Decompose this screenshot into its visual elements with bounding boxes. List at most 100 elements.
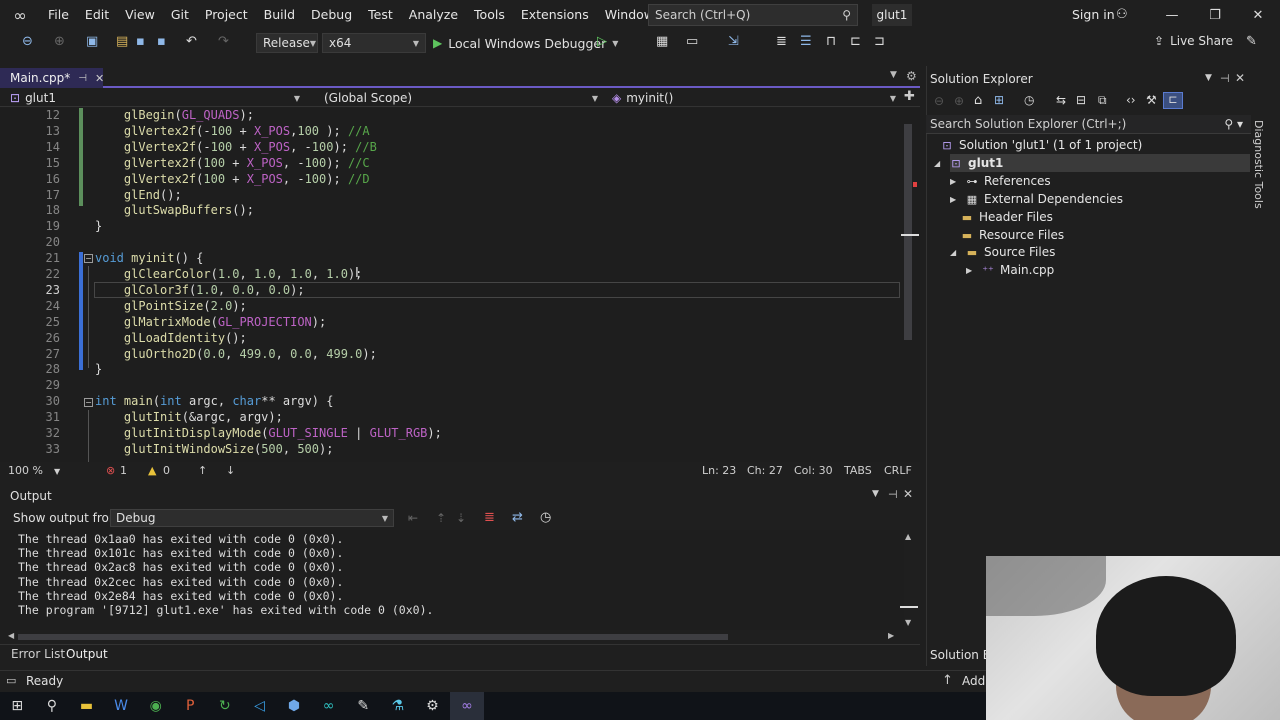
search-box[interactable]: Search (Ctrl+Q) ⚲ [648,4,858,26]
pin-icon[interactable]: ⊣ [78,73,87,84]
error-icon[interactable]: ⊗ [106,464,115,477]
switch-views-icon[interactable]: ⊞ [994,93,1004,107]
chevron-down-icon[interactable]: ▼ [54,467,60,476]
menu-file[interactable]: File [40,0,77,30]
vscode-icon[interactable]: ◁ [242,692,277,720]
chrome-icon[interactable]: ◉ [138,692,173,720]
scroll-right-icon[interactable]: ▶ [888,631,894,640]
notes-app-icon[interactable]: ✎ [346,692,381,720]
back-icon[interactable]: ⊖ [934,94,944,108]
scroll-left-icon[interactable]: ◀ [8,631,14,640]
configuration-select[interactable]: Release ▼ [256,33,318,53]
code-line[interactable]: glMatrixMode(GL_PROJECTION); [95,315,326,329]
solution-name-badge[interactable]: glut1 [872,4,912,26]
code-line[interactable]: glutInitWindowSize(500, 500); [95,442,334,456]
view-code-icon[interactable]: ‹› [1126,93,1136,107]
account-icon[interactable]: ⚇ [1116,7,1128,22]
gear-icon[interactable]: ⚙ [906,69,917,83]
code-line[interactable]: glVertex2f(-100 + X_POS, -100); //B [95,140,377,154]
word-wrap-icon[interactable]: ⇄ [512,510,523,525]
line-ending[interactable]: CRLF [884,464,912,477]
solution-node[interactable]: ⊡ Solution 'glut1' (1 of 1 project) [940,136,1142,154]
menu-build[interactable]: Build [256,0,303,30]
warning-count[interactable]: 0 [163,464,170,477]
tab-main-cpp[interactable]: Main.cpp* ⊣ ✕ [0,68,104,88]
platform-select[interactable]: x64 ▼ [322,33,426,53]
code-line[interactable]: glVertex2f(100 + X_POS, -100); //D [95,172,370,186]
powerpoint-icon[interactable]: P [173,692,208,720]
open-folder-icon[interactable]: ▤ [116,34,128,49]
error-count[interactable]: 1 [120,464,127,477]
clock-icon[interactable]: ◷ [540,510,551,525]
home-icon[interactable]: ⌂ [974,93,982,108]
link-app-icon[interactable]: ∞ [311,692,346,720]
menu-git[interactable]: Git [163,0,197,30]
search-icon[interactable]: ⚲ [35,692,70,720]
external-dependencies-node[interactable]: ▶ ▦ External Dependencies [950,190,1123,208]
visual-studio-taskbar-icon[interactable]: ∞ [449,692,485,720]
code-line[interactable]: gluOrtho2D(0.0, 499.0, 0.0, 499.0); [95,347,377,361]
collapse-icon[interactable]: − [84,254,93,263]
menu-debug[interactable]: Debug [303,0,360,30]
start-without-debugging-icon[interactable]: ▷ [597,34,607,49]
indent-mode[interactable]: TABS [844,464,872,477]
bookmark-next-icon[interactable]: ⊐ [874,34,885,49]
menu-project[interactable]: Project [197,0,256,30]
zoom-level[interactable]: 100 % [8,464,43,477]
code-line[interactable]: glutInitDisplayMode(GLUT_SINGLE | GLUT_R… [95,426,442,440]
menu-view[interactable]: View [117,0,163,30]
undo-icon[interactable]: ↶ [186,34,197,49]
warning-icon[interactable]: ▲ [148,464,156,477]
code-line[interactable]: glVertex2f(-100 + X_POS,100 ); //A [95,124,370,138]
arrow-down-icon[interactable]: ↓ [226,464,235,477]
new-project-icon[interactable]: ▣ [86,34,98,49]
save-icon[interactable]: ▪ [136,34,145,49]
code-line[interactable]: } [95,362,102,376]
menu-tools[interactable]: Tools [466,0,513,30]
bookmark-icon[interactable]: ⊓ [826,34,836,49]
source-files-node[interactable]: ◢ ▬ Source Files [950,243,1055,261]
file-explorer-icon[interactable]: ▬ [69,692,104,720]
collapse-icon[interactable]: − [84,398,93,407]
format-icon[interactable]: ⇲ [728,34,739,49]
main-cpp-node[interactable]: ▶ ⁺⁺ Main.cpp [966,261,1054,279]
scroll-down-icon[interactable]: ▼ [905,618,911,627]
member-navigation-select[interactable]: ◈ myinit() ▼ [606,89,902,107]
code-line[interactable]: glutInit(&argc, argv); [95,410,283,424]
arrow-up-icon[interactable]: ↑ [198,464,207,477]
restore-button[interactable]: ❐ [1195,0,1235,30]
output-source-select[interactable]: Debug ▼ [110,509,394,527]
pin-icon[interactable]: ⊣ [888,488,898,501]
navigate-back-icon[interactable]: ⊖ [22,34,33,49]
save-all-icon[interactable]: ▪ [157,34,166,49]
code-line[interactable]: glLoadIdentity(); [95,331,247,345]
indent-icon[interactable]: ≣ [776,34,787,49]
menu-test[interactable]: Test [360,0,401,30]
code-line[interactable]: void myinit() { [95,251,203,265]
scope-navigation-select[interactable]: (Global Scope) ▼ [318,89,604,107]
project-navigation-select[interactable]: ⊡ glut1 ▼ [4,89,306,107]
minimize-button[interactable]: — [1152,0,1192,30]
sync-icon[interactable]: ⇆ [1056,93,1066,107]
column-number[interactable]: Col: 30 [794,464,833,477]
navigate-forward-icon[interactable]: ⊕ [54,34,65,49]
menu-extensions[interactable]: Extensions [513,0,597,30]
close-icon[interactable]: ✕ [903,487,913,501]
close-icon[interactable]: ✕ [1235,71,1245,85]
collapse-all-icon[interactable]: ⊟ [1076,93,1086,107]
comment-icon[interactable]: ☰ [800,34,812,49]
code-line[interactable]: } [95,219,102,233]
editor-scroll-thumb[interactable] [904,124,912,340]
tab-output[interactable]: Output [66,647,108,661]
code-line[interactable]: glBegin(GL_QUADS); [95,108,254,122]
pin-icon[interactable]: ⊣ [1220,72,1230,85]
pane-options-icon[interactable]: ▼ [872,489,879,499]
tab-diagnostic-tools[interactable]: Diagnostic Tools [1252,120,1265,209]
references-node[interactable]: ▶ ⊶ References [950,172,1051,190]
folder-view-icon[interactable]: ▦ [656,34,668,49]
feedback-icon[interactable]: ✎ [1246,34,1257,49]
refresh-app-icon[interactable]: ↻ [208,692,243,720]
resource-files-node[interactable]: ▬ Resource Files [960,226,1064,244]
code-line[interactable]: int main(int argc, char** argv) { [95,394,333,408]
solution-search-input[interactable]: Search Solution Explorer (Ctrl+;) ⚲ ▾ [926,115,1251,134]
